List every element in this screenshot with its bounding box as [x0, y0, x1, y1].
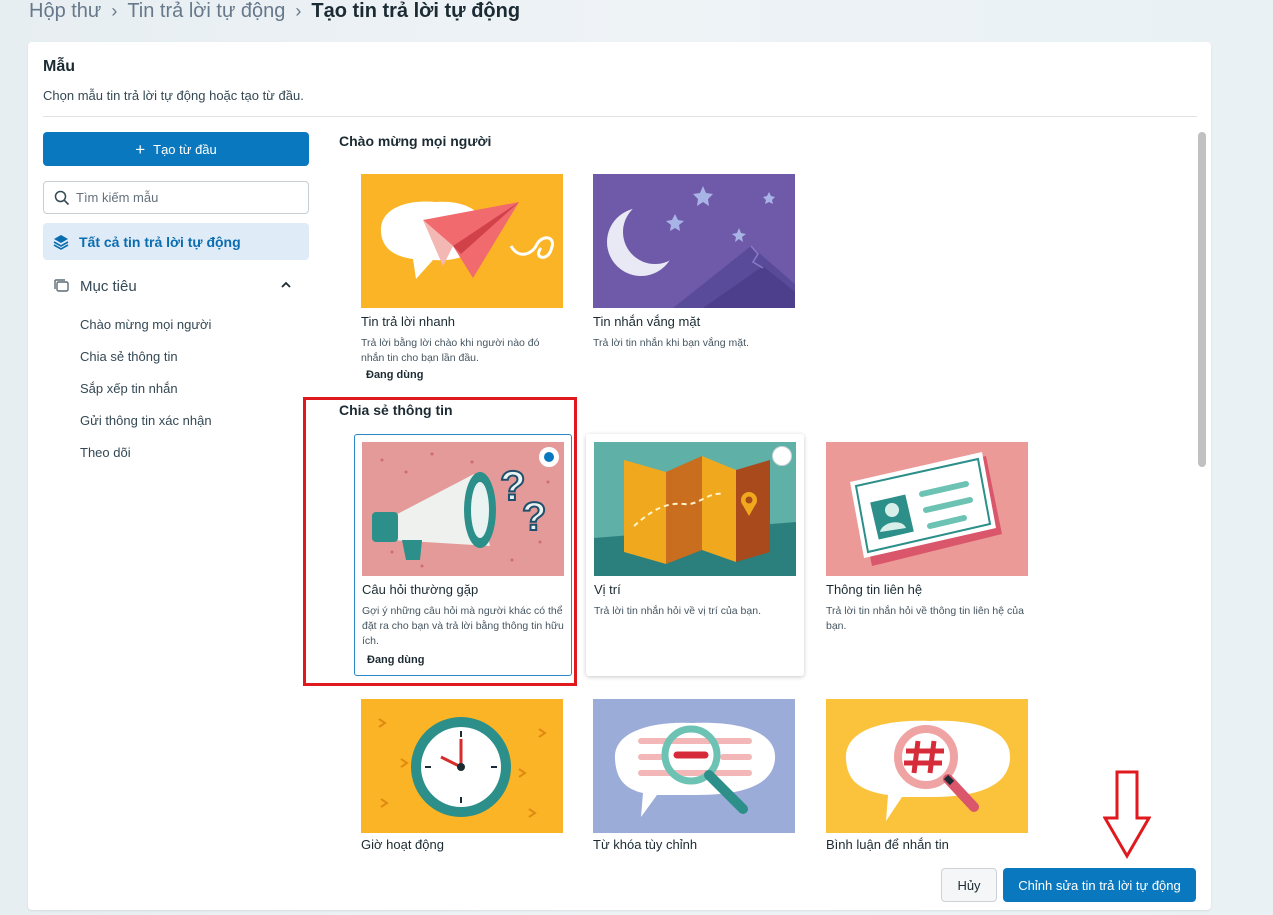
- card-desc: Trả lời tin nhắn hỏi về thông tin liên h…: [826, 605, 1024, 632]
- breadcrumb-current: Tạo tin trả lời tự động: [311, 0, 521, 22]
- edit-auto-reply-button[interactable]: Chỉnh sửa tin trả lời tự động: [1003, 868, 1196, 902]
- goal-subnav: Chào mừng mọi người Chia sẻ thông tin Sắ…: [80, 315, 212, 475]
- hashtag-illustration: [826, 699, 1028, 833]
- magnifier-illustration: [593, 699, 795, 833]
- card-name: Vị trí: [594, 582, 621, 597]
- section-title-welcome: Chào mừng mọi người: [339, 133, 492, 149]
- chevron-right-icon: ›: [111, 0, 118, 21]
- layers-icon: [53, 234, 69, 250]
- in-use-badge: Đang dùng: [366, 369, 424, 381]
- search-icon: [54, 190, 70, 205]
- nav-goal-label: Mục tiêu: [80, 277, 137, 295]
- template-card[interactable]: Thông tin liên hệ Trả lời tin nhắn hỏi v…: [818, 434, 1036, 676]
- template-panel: Mẫu Chọn mẫu tin trả lời tự động hoặc tạ…: [28, 42, 1211, 910]
- nav-all-label: Tất cả tin trả lời tự động: [79, 233, 241, 250]
- card-name: Từ khóa tùy chỉnh: [593, 837, 698, 852]
- panel-title: Mẫu: [43, 58, 75, 75]
- subnav-item-welcome[interactable]: Chào mừng mọi người: [80, 315, 212, 347]
- plus-icon: +: [135, 139, 146, 159]
- card-name: Tin trả lời nhanh: [361, 314, 456, 329]
- scrollbar[interactable]: [1198, 132, 1206, 467]
- stack-icon: [54, 279, 69, 292]
- card-name: Thông tin liên hệ: [826, 582, 923, 597]
- subnav-item-follow-up[interactable]: Theo dõi: [80, 443, 212, 475]
- breadcrumb: Hộp thư › Tin trả lời tự động › Tạo tin …: [29, 0, 520, 24]
- breadcrumb-inbox[interactable]: Hộp thư: [29, 0, 101, 23]
- subnav-item-organize[interactable]: Sắp xếp tin nhắn: [80, 379, 212, 411]
- unselected-radio[interactable]: [772, 446, 792, 466]
- create-from-scratch-button[interactable]: + Tạo từ đầu: [43, 132, 309, 166]
- card-desc: Trả lời bằng lời chào khi người nào đó n…: [361, 337, 540, 364]
- cancel-button[interactable]: Hủy: [941, 868, 997, 902]
- chevron-right-icon: ›: [295, 0, 302, 21]
- card-desc: Trả lời tin nhắn hỏi về vị trí của bạn.: [594, 605, 761, 617]
- divider: [43, 116, 1197, 117]
- panel-subtitle: Chọn mẫu tin trả lời tự động hoặc tạo từ…: [43, 88, 304, 103]
- card-name: Giờ hoạt động: [361, 837, 444, 852]
- template-card[interactable]: Từ khóa tùy chỉnh: [585, 691, 803, 910]
- template-card[interactable]: Giờ hoạt động: [353, 691, 571, 910]
- template-card[interactable]: Tin trả lời nhanh Trả lời bằng lời chào …: [353, 166, 571, 396]
- card-name: Bình luận để nhắn tin: [826, 837, 949, 852]
- search-input[interactable]: [76, 190, 296, 205]
- subnav-item-share-info[interactable]: Chia sẻ thông tin: [80, 347, 212, 379]
- chevron-up-icon: [281, 281, 291, 288]
- nav-all-auto-replies[interactable]: Tất cả tin trả lời tự động: [43, 223, 309, 260]
- map-illustration: [594, 442, 796, 576]
- highlight-box: [303, 397, 577, 686]
- paper-plane-illustration: [361, 174, 563, 308]
- arrow-down-icon: [1103, 770, 1151, 859]
- clock-illustration: [361, 699, 563, 833]
- create-from-scratch-label: Tạo từ đầu: [153, 141, 217, 157]
- card-desc: Trả lời tin nhắn khi bạn vắng mặt.: [593, 337, 749, 349]
- search-box[interactable]: [43, 181, 309, 214]
- subnav-item-confirmation[interactable]: Gửi thông tin xác nhận: [80, 411, 212, 443]
- contact-card-illustration: [826, 442, 1028, 576]
- breadcrumb-auto-replies[interactable]: Tin trả lời tự động: [127, 0, 285, 23]
- template-card[interactable]: Tin nhắn vắng mặt Trả lời tin nhắn khi b…: [585, 166, 803, 396]
- card-name: Tin nhắn vắng mặt: [593, 314, 701, 329]
- nav-goal-toggle[interactable]: Mục tiêu: [43, 270, 309, 302]
- moon-illustration: [593, 174, 795, 308]
- template-card[interactable]: Vị trí Trả lời tin nhắn hỏi về vị trí củ…: [586, 434, 804, 676]
